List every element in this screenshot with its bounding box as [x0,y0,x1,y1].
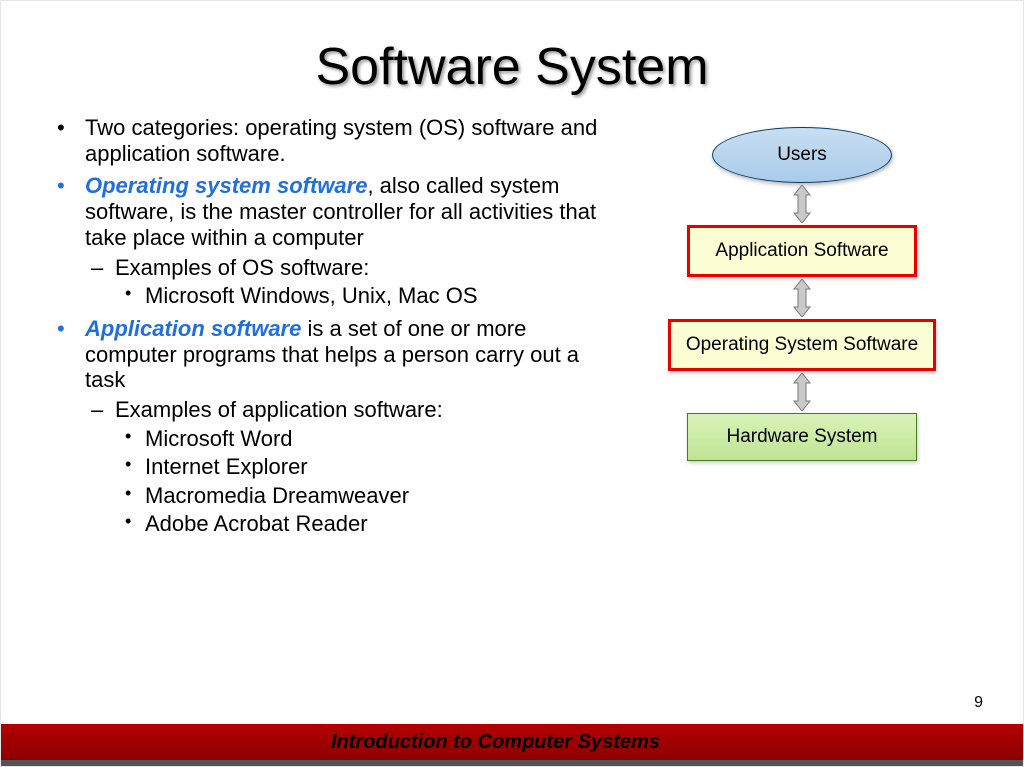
slide-title: Software System [1,1,1023,97]
bullet-1: Two categories: operating system (OS) so… [57,115,617,167]
diagram-app-software: Application Software [687,225,917,277]
diagram-os-software: Operating System Software [668,319,936,371]
arrow-3 [792,371,812,413]
footer-text: Introduction to Computer Systems [331,731,660,754]
bullet-list: Two categories: operating system (OS) so… [57,115,617,537]
app-example-4: Adobe Acrobat Reader [115,511,617,537]
bullet-3-sub-label: Examples of application software: [115,397,443,422]
bullet-3: Application software is a set of one or … [57,316,617,538]
os-example: Microsoft Windows, Unix, Mac OS [115,283,617,309]
arrow-1 [792,183,812,225]
app-example-1: Microsoft Word [115,426,617,452]
term-os: Operating system software [85,173,367,198]
arrow-2 [792,277,812,319]
diagram-hardware: Hardware System [687,413,917,461]
bullet-2-sub-label: Examples of OS software: [115,255,369,280]
bullet-2: Operating system software, also called s… [57,173,617,310]
text-column: Two categories: operating system (OS) so… [57,115,617,543]
page-number: 9 [974,694,983,712]
app-example-2: Internet Explorer [115,454,617,480]
double-arrow-icon [792,185,812,223]
body-row: Two categories: operating system (OS) so… [1,97,1023,543]
bullet-3-sub: Examples of application software: Micros… [85,397,617,537]
bullet-2-sub: Examples of OS software: Microsoft Windo… [85,255,617,310]
diagram-column: Users Application Software Operating Sys… [617,115,987,543]
term-app: Application software [85,316,301,341]
footer-band: Introduction to Computer Systems [1,724,1023,760]
diagram-users: Users [712,127,892,183]
double-arrow-icon [792,279,812,317]
footer-stripe [1,760,1023,766]
slide: Software System Two categories: operatin… [0,0,1024,767]
app-example-3: Macromedia Dreamweaver [115,483,617,509]
double-arrow-icon [792,373,812,411]
